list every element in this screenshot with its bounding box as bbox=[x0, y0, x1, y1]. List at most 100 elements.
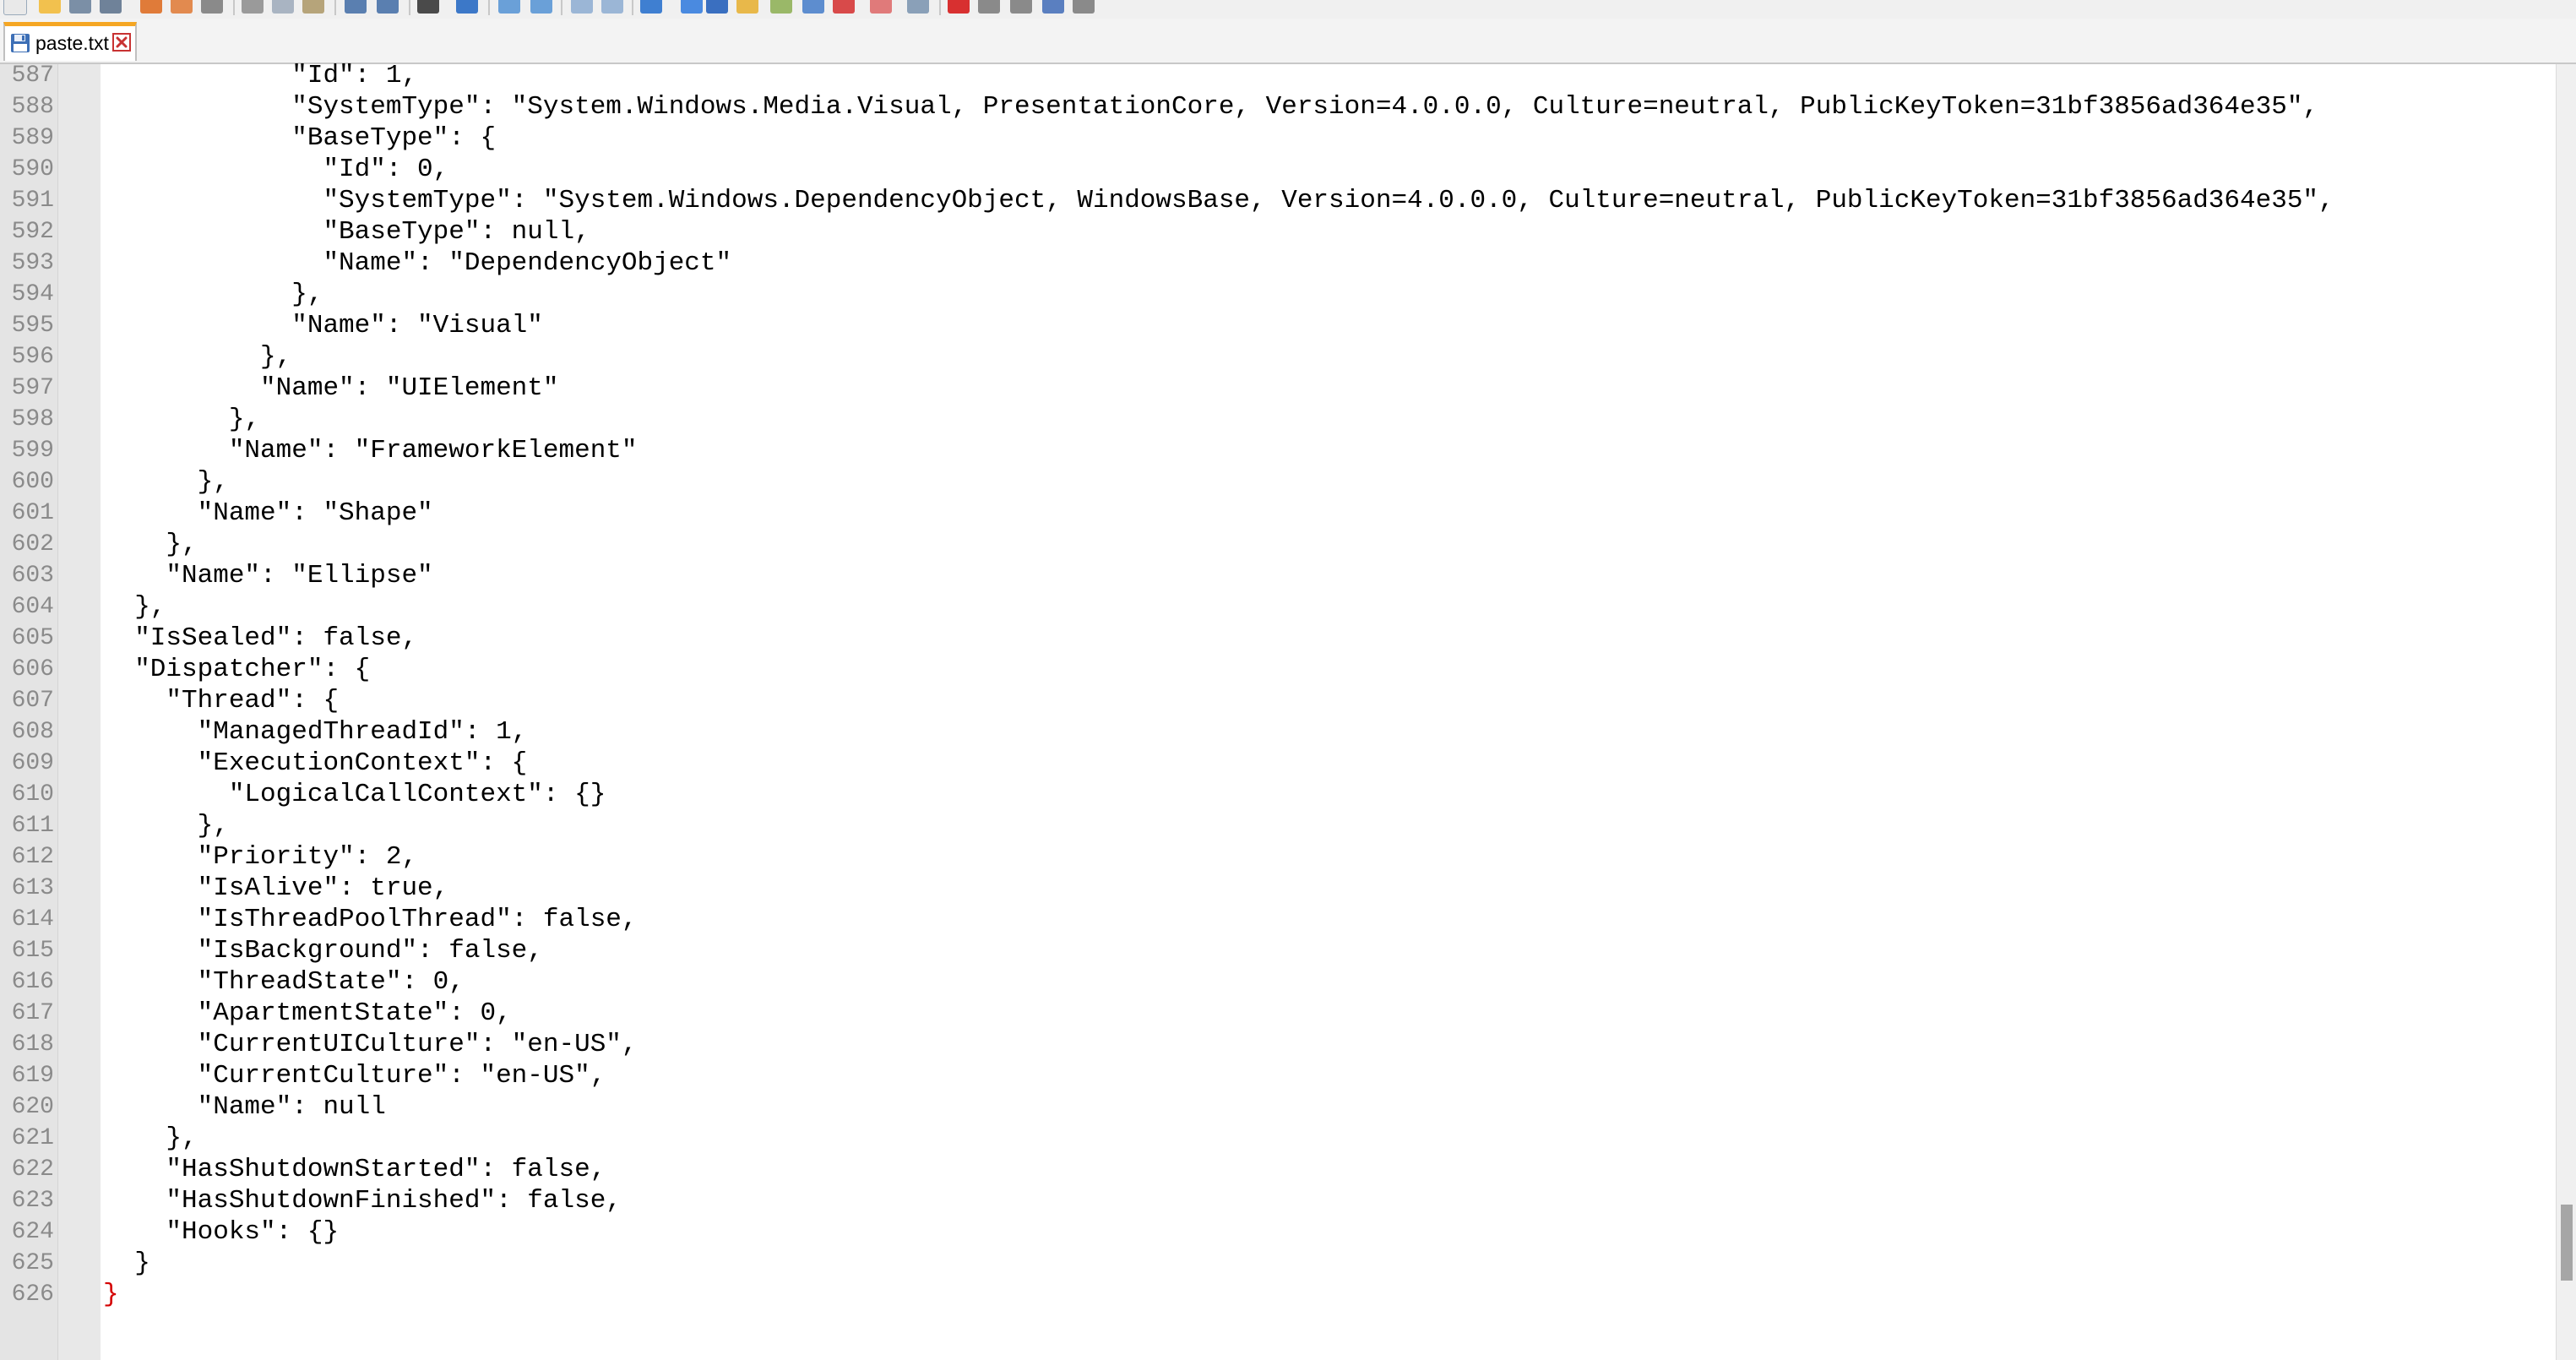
code-line[interactable]: 601 "Name": "Shape" bbox=[0, 498, 2576, 529]
function-list-icon[interactable] bbox=[802, 0, 824, 14]
record-macro-icon[interactable] bbox=[948, 0, 970, 14]
code-line[interactable]: 608 "ManagedThreadId": 1, bbox=[0, 716, 2576, 748]
copy-icon[interactable] bbox=[272, 0, 294, 14]
line-text: "Name": "Ellipse" bbox=[103, 561, 433, 590]
line-number: 617 bbox=[11, 1000, 54, 1026]
code-line[interactable]: 615 "IsBackground": false, bbox=[0, 935, 2576, 966]
code-line[interactable]: 595 "Name": "Visual" bbox=[0, 310, 2576, 341]
code-line[interactable]: 594 }, bbox=[0, 279, 2576, 310]
open-file-icon[interactable] bbox=[39, 0, 61, 14]
show-all-characters-icon[interactable] bbox=[681, 0, 703, 14]
redo-icon[interactable] bbox=[377, 0, 399, 14]
line-number: 603 bbox=[11, 563, 54, 589]
code-line[interactable]: 624 "Hooks": {} bbox=[0, 1216, 2576, 1248]
code-line[interactable]: 596 }, bbox=[0, 341, 2576, 373]
line-text: "HasShutdownStarted": false, bbox=[103, 1155, 606, 1184]
code-line[interactable]: 625 } bbox=[0, 1248, 2576, 1279]
zoom-out-icon[interactable] bbox=[530, 0, 552, 14]
line-text: }, bbox=[103, 405, 261, 434]
print-icon[interactable] bbox=[201, 0, 223, 14]
code-line[interactable]: 590 "Id": 0, bbox=[0, 154, 2576, 185]
code-line[interactable]: 600 }, bbox=[0, 466, 2576, 498]
code-line[interactable]: 599 "Name": "FrameworkElement" bbox=[0, 435, 2576, 466]
code-line[interactable]: 619 "CurrentCulture": "en-US", bbox=[0, 1060, 2576, 1091]
save-icon[interactable] bbox=[69, 0, 91, 14]
line-text: "Hooks": {} bbox=[103, 1217, 340, 1247]
line-number: 588 bbox=[11, 94, 54, 120]
line-number: 609 bbox=[11, 750, 54, 776]
folder-as-workspace-icon[interactable] bbox=[833, 0, 855, 14]
code-line[interactable]: 626} bbox=[0, 1279, 2576, 1310]
line-number: 605 bbox=[11, 625, 54, 651]
code-line[interactable]: 617 "ApartmentState": 0, bbox=[0, 998, 2576, 1029]
monitoring-icon[interactable] bbox=[870, 0, 892, 14]
close-all-icon[interactable] bbox=[171, 0, 193, 14]
run-macro-multiple-icon[interactable] bbox=[1042, 0, 1064, 14]
code-line[interactable]: 605 "IsSealed": false, bbox=[0, 623, 2576, 654]
sync-vertical-icon[interactable] bbox=[571, 0, 593, 14]
line-text: "Id": 1, bbox=[103, 61, 418, 90]
code-line[interactable]: 592 "BaseType": null, bbox=[0, 216, 2576, 248]
code-line[interactable]: 589 "BaseType": { bbox=[0, 122, 2576, 154]
paste-icon[interactable] bbox=[302, 0, 324, 14]
sync-horizontal-icon[interactable] bbox=[601, 0, 623, 14]
vertical-scrollbar[interactable] bbox=[2556, 64, 2576, 1360]
code-line[interactable]: 597 "Name": "UIElement" bbox=[0, 373, 2576, 404]
code-line[interactable]: 609 "ExecutionContext": { bbox=[0, 748, 2576, 779]
line-text: "Name": null bbox=[103, 1092, 386, 1122]
close-file-icon[interactable] bbox=[140, 0, 162, 14]
code-line[interactable]: 603 "Name": "Ellipse" bbox=[0, 560, 2576, 591]
notepad-plus-plus-window: paste.txt 587 "Id": 1, 588 "SystemType": … bbox=[0, 0, 2576, 1360]
define-language-icon[interactable] bbox=[736, 0, 758, 14]
line-number: 604 bbox=[11, 594, 54, 620]
code-line[interactable]: 606 "Dispatcher": { bbox=[0, 654, 2576, 685]
code-line[interactable]: 623 "HasShutdownFinished": false, bbox=[0, 1185, 2576, 1216]
line-text: "IsBackground": false, bbox=[103, 936, 543, 966]
cut-icon[interactable] bbox=[242, 0, 264, 14]
word-wrap-icon[interactable] bbox=[640, 0, 662, 14]
line-number: 595 bbox=[11, 313, 54, 339]
scrollbar-thumb[interactable] bbox=[2561, 1205, 2573, 1281]
code-line[interactable]: 622 "HasShutdownStarted": false, bbox=[0, 1154, 2576, 1185]
code-line[interactable]: 593 "Name": "DependencyObject" bbox=[0, 248, 2576, 279]
code-line[interactable]: 607 "Thread": { bbox=[0, 685, 2576, 716]
document-map-icon[interactable] bbox=[770, 0, 792, 14]
code-line[interactable]: 588 "SystemType": "System.Windows.Media.… bbox=[0, 91, 2576, 122]
tab-paste-txt[interactable]: paste.txt bbox=[3, 22, 137, 61]
undo-icon[interactable] bbox=[345, 0, 367, 14]
code-line[interactable]: 614 "IsThreadPoolThread": false, bbox=[0, 904, 2576, 935]
code-line[interactable]: 620 "Name": null bbox=[0, 1091, 2576, 1123]
line-number: 625 bbox=[11, 1250, 54, 1276]
code-line[interactable]: 621 }, bbox=[0, 1123, 2576, 1154]
line-text: "Name": "Shape" bbox=[103, 498, 433, 528]
code-line[interactable]: 591 "SystemType": "System.Windows.Depend… bbox=[0, 185, 2576, 216]
code-line[interactable]: 598 }, bbox=[0, 404, 2576, 435]
new-file-icon[interactable] bbox=[3, 0, 27, 15]
line-text: "Priority": 2, bbox=[103, 842, 418, 872]
code-line[interactable]: 616 "ThreadState": 0, bbox=[0, 966, 2576, 998]
indent-guide-icon[interactable] bbox=[706, 0, 728, 14]
code-line[interactable]: 618 "CurrentUICulture": "en-US", bbox=[0, 1029, 2576, 1060]
code-line[interactable]: 612 "Priority": 2, bbox=[0, 841, 2576, 873]
find-icon[interactable] bbox=[417, 0, 439, 14]
code-line[interactable]: 587 "Id": 1, bbox=[0, 60, 2576, 91]
line-text: "IsSealed": false, bbox=[103, 623, 418, 653]
line-text: }, bbox=[103, 342, 292, 372]
save-macro-icon[interactable] bbox=[1073, 0, 1095, 14]
line-text: "SystemType": "System.Windows.Dependency… bbox=[103, 186, 2334, 215]
zoom-in-icon[interactable] bbox=[498, 0, 520, 14]
line-number: 597 bbox=[11, 375, 54, 401]
play-macro-icon[interactable] bbox=[1010, 0, 1032, 14]
editor-area[interactable]: 587 "Id": 1, 588 "SystemType": "System.Wi… bbox=[0, 61, 2576, 1360]
code-line[interactable]: 604 }, bbox=[0, 591, 2576, 623]
code-line[interactable]: 602 }, bbox=[0, 529, 2576, 560]
code-line[interactable]: 610 "LogicalCallContext": {} bbox=[0, 779, 2576, 810]
replace-icon[interactable] bbox=[456, 0, 478, 14]
close-icon[interactable] bbox=[112, 33, 131, 52]
line-text: "Name": "DependencyObject" bbox=[103, 248, 732, 278]
code-line[interactable]: 611 }, bbox=[0, 810, 2576, 841]
stop-macro-icon[interactable] bbox=[978, 0, 1000, 14]
save-all-icon[interactable] bbox=[100, 0, 122, 14]
start-recording-icon[interactable] bbox=[907, 0, 929, 14]
code-line[interactable]: 613 "IsAlive": true, bbox=[0, 873, 2576, 904]
